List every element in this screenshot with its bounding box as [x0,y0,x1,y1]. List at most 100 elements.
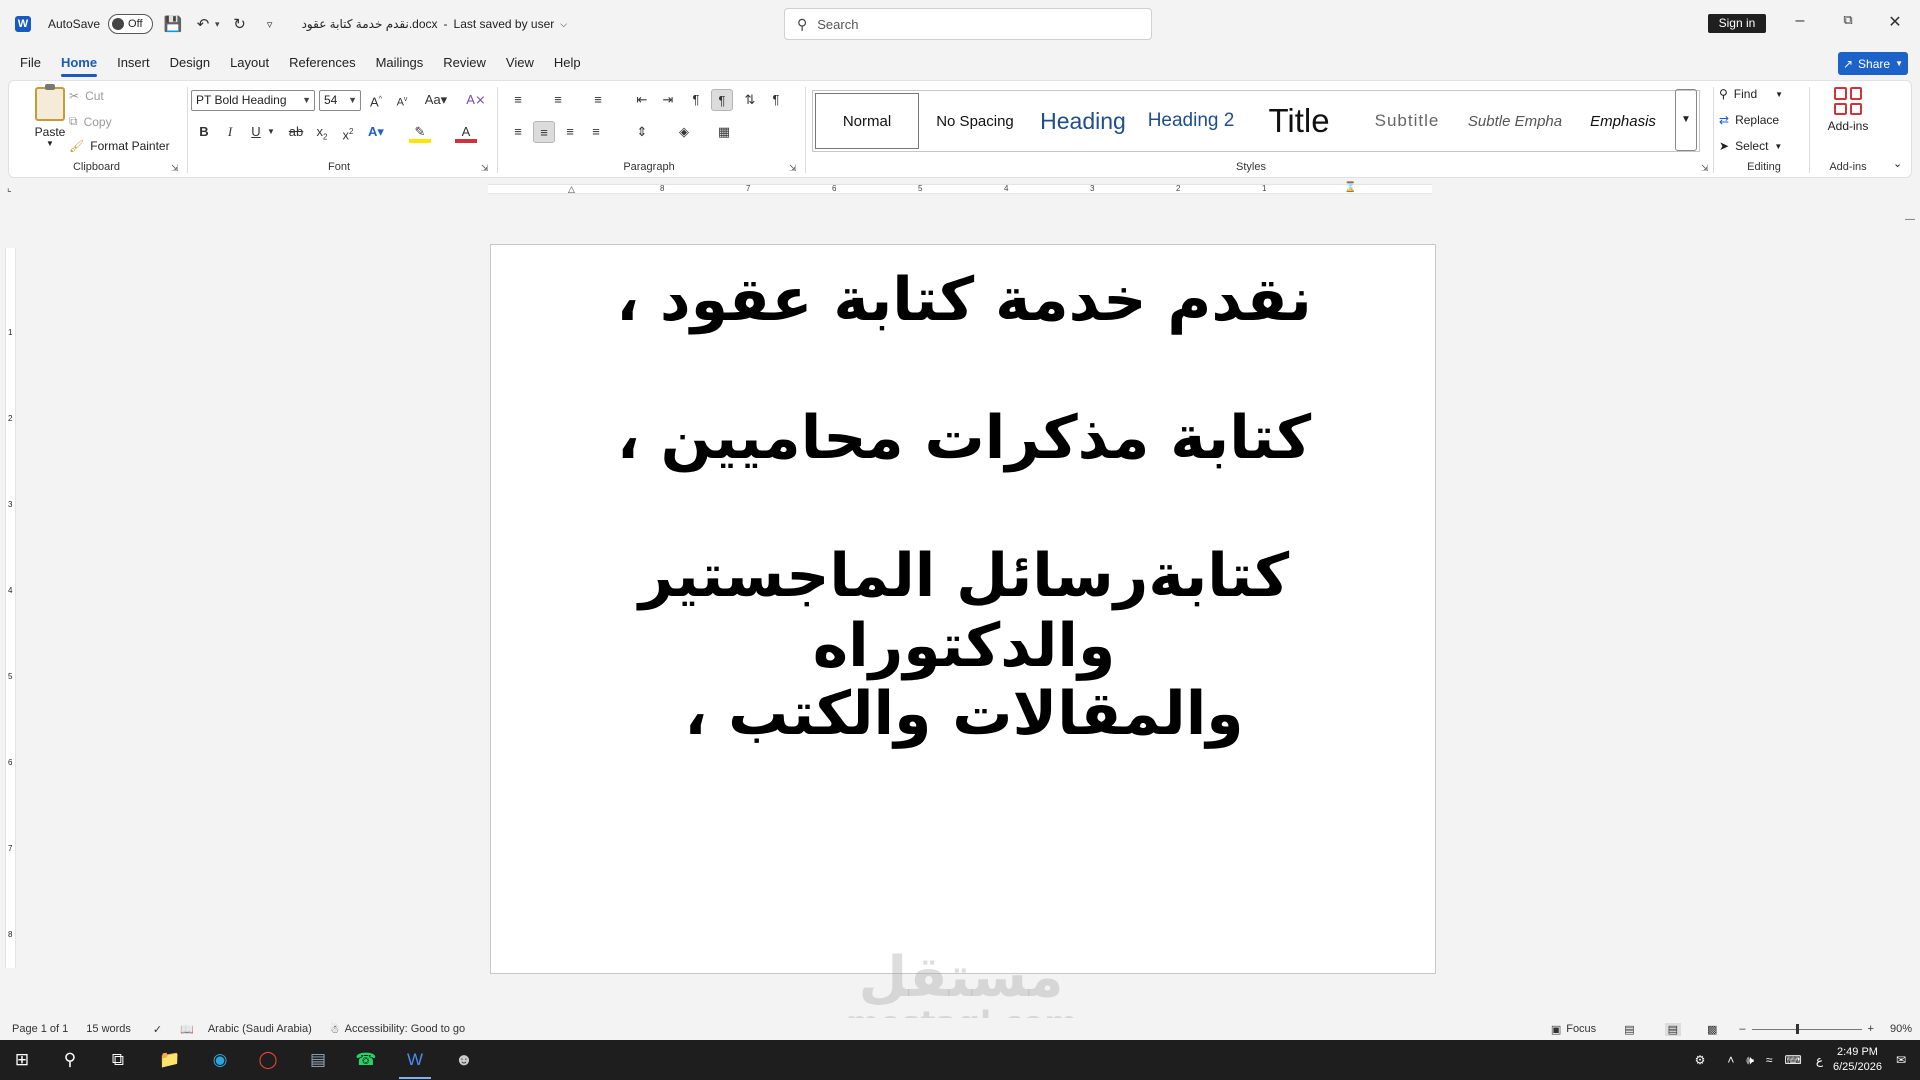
tab-file[interactable]: File [10,50,51,76]
subscript-icon[interactable]: x2 [311,121,333,143]
tab-view[interactable]: View [496,50,544,76]
undo-icon[interactable]: ↶ [193,15,213,33]
justify-icon[interactable]: ≡ [585,121,607,143]
document-line[interactable]: كتابةرسائل الماجستير والدكتوراه [491,541,1437,681]
borders-icon[interactable]: ▦ [713,121,735,143]
document-line[interactable]: نقدم خدمة كتابة عقود ، [491,265,1437,335]
bold-icon[interactable]: B [193,121,215,143]
read-mode-icon[interactable]: ▤ [1624,1023,1634,1036]
input-language[interactable]: ع [1816,1053,1823,1067]
style-subtitle[interactable]: Subtitle [1355,93,1459,149]
zoom-in-icon[interactable]: + [1868,1023,1874,1035]
text-effects-icon[interactable]: A▾ [365,121,387,143]
align-right-icon[interactable]: ≡ [559,121,581,143]
volume-icon[interactable]: 🕪 [1746,1053,1754,1068]
add-ins-button[interactable]: Add-ins [1817,87,1879,133]
tab-home[interactable]: Home [51,50,107,77]
minimize-icon[interactable]: – [1788,12,1812,30]
document-line[interactable]: كتابة مذكرات محاميين ، [491,403,1437,473]
book-icon[interactable]: 📖 [180,1023,194,1036]
save-icon[interactable]: 💾 [163,15,183,33]
vertical-ruler[interactable]: 1 2 3 4 5 6 7 8 [5,248,16,968]
language-indicator[interactable]: Arabic (Saudi Arabia) [208,1023,312,1035]
cut-button[interactable]: ✂ Cut [69,89,104,103]
numbering-icon[interactable]: ≡ [547,89,569,111]
autosave-toggle[interactable]: Off [108,14,154,34]
search-input[interactable]: ⚲ Search [784,8,1152,40]
customize-toolbar-icon[interactable]: ▿ [260,18,280,31]
tab-layout[interactable]: Layout [220,50,279,76]
show-formatting-icon[interactable]: ¶ [765,89,787,111]
style-title[interactable]: Title [1247,93,1351,149]
tab-insert[interactable]: Insert [107,50,160,76]
replace-button[interactable]: ⇄ Replace [1719,113,1779,127]
notifications-icon[interactable]: ✉ [1896,1053,1906,1067]
web-layout-icon[interactable]: ▩ [1707,1023,1717,1036]
scroll-marker-icon[interactable]: — [1905,214,1915,225]
align-center-icon[interactable]: ≡ [533,121,555,143]
font-size-select[interactable]: 54 ▼ [319,90,361,111]
collapse-ribbon-icon[interactable]: ⌄ [1893,157,1902,170]
search-icon[interactable]: ⚲ [50,1046,90,1074]
italic-icon[interactable]: I [219,121,241,143]
calculator-icon[interactable]: ▤ [298,1046,338,1074]
style-normal[interactable]: Normal [815,93,919,149]
find-button[interactable]: ⚲ Find ▼ [1719,87,1783,101]
clock[interactable]: 2:49 PM 6/25/2026 [1833,1045,1882,1075]
print-layout-icon[interactable]: ▤ [1664,1022,1681,1036]
style-subtle-emphasis[interactable]: Subtle Empha [1463,93,1567,149]
tab-help[interactable]: Help [544,50,591,76]
word-count[interactable]: 15 words [86,1023,131,1035]
document-title[interactable]: نقدم خدمة كتابة عقود.docx - Last saved b… [302,17,568,31]
document-page[interactable]: نقدم خدمة كتابة عقود ، كتابة مذكرات محام… [490,244,1436,974]
copy-button[interactable]: ⧉ Copy [69,114,112,129]
document-line[interactable]: والمقالات والكتب ، [491,679,1437,749]
paint-icon[interactable]: ☻ [444,1046,484,1074]
sign-in-button[interactable]: Sign in [1708,14,1766,33]
task-view-icon[interactable]: ⧉ [98,1046,138,1074]
chevron-down-icon[interactable]: ▼ [265,121,277,143]
font-name-select[interactable]: PT Bold Heading ▼ [191,90,315,111]
select-button[interactable]: ➤ Select ▼ [1719,139,1782,153]
multilevel-list-icon[interactable]: ≡ [587,89,609,111]
change-case-icon[interactable]: Aa▾ [421,89,451,111]
shading-icon[interactable]: ◈ [673,121,695,143]
rtl-direction-icon[interactable]: ¶ [711,89,733,111]
right-indent-marker[interactable]: ⌛ [1344,182,1356,193]
font-launcher-icon[interactable]: ⇲ [481,163,489,174]
horizontal-ruler[interactable]: 8 7 6 5 4 3 2 1 △ ⌛ [488,182,1432,195]
decrease-indent-icon[interactable]: ⇤ [631,89,653,111]
bullets-icon[interactable]: ≡ [507,89,529,111]
line-spacing-icon[interactable]: ⇕ [631,121,653,143]
tab-selector-icon[interactable]: ⌞ [7,183,12,194]
superscript-icon[interactable]: x2 [337,121,359,143]
style-heading-2[interactable]: Heading 2 [1139,93,1243,149]
tab-references[interactable]: References [279,50,365,76]
redo-icon[interactable]: ↻ [230,15,250,33]
edge-icon[interactable]: ◉ [200,1046,240,1074]
network-icon[interactable]: ≈ [1766,1053,1773,1067]
page-count[interactable]: Page 1 of 1 [12,1023,68,1035]
zoom-slider[interactable] [1751,1023,1862,1034]
word-taskbar-icon[interactable]: W [395,1046,435,1079]
close-icon[interactable]: ✕ [1883,12,1907,32]
align-left-icon[interactable]: ≡ [507,121,529,143]
narrator-icon[interactable]: ⚙ [1695,1053,1706,1067]
clear-formatting-icon[interactable]: A⨯ [465,89,487,111]
tab-mailings[interactable]: Mailings [366,50,434,76]
increase-indent-icon[interactable]: ⇥ [657,89,679,111]
proofing-icon[interactable]: ✓ [153,1023,162,1036]
zoom-level[interactable]: 90% [1890,1023,1912,1035]
chrome-icon[interactable]: ◯ [248,1046,288,1074]
clipboard-launcher-icon[interactable]: ⇲ [171,163,179,174]
file-explorer-icon[interactable]: 📁 [150,1046,190,1074]
style-heading-1[interactable]: Heading [1031,93,1135,149]
format-painter-button[interactable]: 🖌 Format Painter [69,139,170,153]
keyboard-icon[interactable]: ⌨ [1785,1053,1802,1067]
left-indent-marker[interactable]: △ [568,184,575,195]
focus-button[interactable]: ▣ Focus [1551,1023,1596,1036]
restore-icon[interactable]: ⧉ [1836,12,1860,28]
zoom-slider-thumb[interactable] [1795,1023,1799,1034]
sort-icon[interactable]: ⇅ [739,89,761,111]
tab-design[interactable]: Design [160,50,220,76]
